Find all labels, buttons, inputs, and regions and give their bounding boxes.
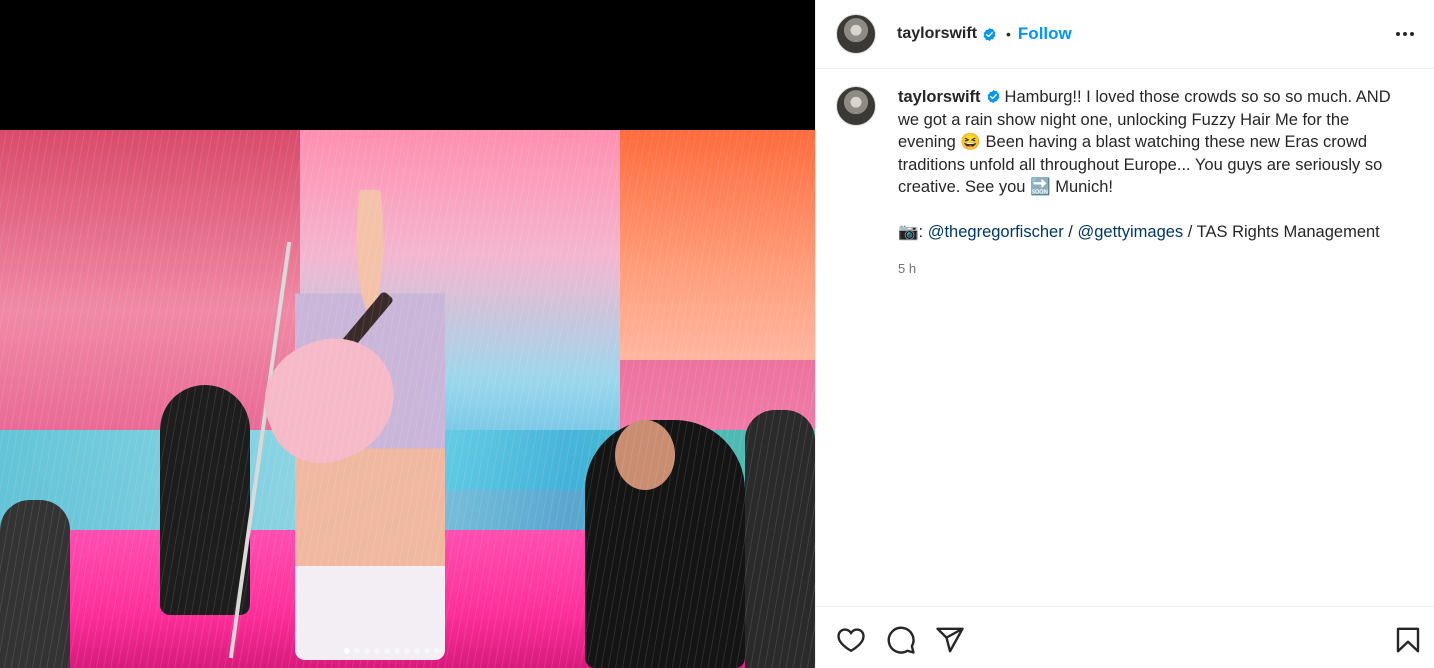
- carousel-dot: [384, 648, 390, 654]
- rain-overlay: [0, 130, 815, 668]
- carousel-dot: [374, 648, 380, 654]
- carousel-indicator: [344, 648, 440, 654]
- post-actions-bar: [816, 606, 1434, 668]
- mention-link-gettyimages[interactable]: @gettyimages: [1077, 223, 1183, 241]
- separator-bullet: •: [1006, 26, 1011, 42]
- heart-icon[interactable]: [836, 625, 866, 655]
- carousel-dot: [404, 648, 410, 654]
- avatar[interactable]: [836, 14, 876, 54]
- carousel-dot: [354, 648, 360, 654]
- carousel-dot: [364, 648, 370, 654]
- mention-link-thegregorfischer[interactable]: @thegregorfischer: [928, 223, 1064, 241]
- verified-badge-icon: [987, 89, 999, 104]
- post-detail-panel: taylorswift • Follow taylorswift Hamburg…: [815, 0, 1434, 668]
- post-caption-block: taylorswift Hamburg!! I loved those crow…: [836, 86, 1416, 280]
- carousel-dot: [414, 648, 420, 654]
- caption-avatar[interactable]: [836, 86, 876, 126]
- share-icon[interactable]: [935, 625, 965, 655]
- post-caption: taylorswift Hamburg!! I loved those crow…: [898, 86, 1398, 280]
- bookmark-icon[interactable]: [1393, 625, 1423, 655]
- carousel-dot: [434, 648, 440, 654]
- post-header: taylorswift • Follow: [816, 0, 1434, 69]
- post-timestamp[interactable]: 5 h: [898, 258, 1398, 281]
- camera-emoji: 📷: [898, 222, 919, 241]
- comment-icon[interactable]: [886, 625, 916, 655]
- follow-button[interactable]: Follow: [1018, 24, 1072, 44]
- post-media[interactable]: [0, 0, 815, 668]
- photo-credit: 📷: @thegregorfischer / @gettyimages / TA…: [898, 221, 1398, 244]
- header-username[interactable]: taylorswift: [897, 25, 977, 43]
- credit-colon: :: [918, 222, 928, 241]
- carousel-dot: [424, 648, 430, 654]
- more-options-icon[interactable]: [1393, 22, 1417, 46]
- credit-separator: /: [1063, 222, 1078, 241]
- caption-username[interactable]: taylorswift: [898, 88, 981, 106]
- verified-badge-icon: [983, 27, 996, 41]
- post-photo[interactable]: [0, 130, 815, 668]
- carousel-dot: [344, 648, 350, 654]
- carousel-dot: [394, 648, 400, 654]
- credit-tail: / TAS Rights Management: [1183, 222, 1380, 241]
